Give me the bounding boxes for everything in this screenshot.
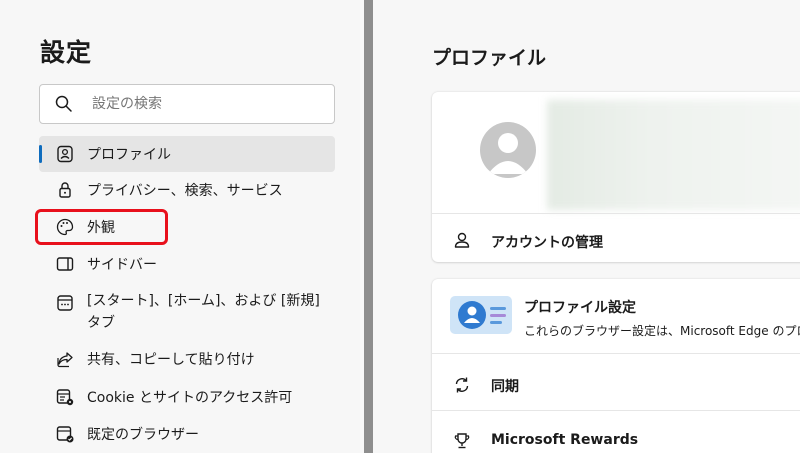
pane-divider[interactable] bbox=[364, 0, 373, 453]
rewards-link[interactable]: Microsoft Rewards bbox=[491, 432, 638, 448]
search-icon bbox=[55, 95, 72, 112]
sidebar-item-label: サイドバー bbox=[87, 257, 157, 273]
profile-icon bbox=[57, 145, 73, 163]
settings-sidebar: 設定 プロファイル プライバシー、検索、サービス bbox=[0, 0, 364, 453]
sidebar-item-label: 共有、コピーして貼り付け bbox=[87, 352, 255, 368]
profile-settings-description: これらのブラウザー設定は、Microsoft Edge のプロ bbox=[524, 324, 800, 338]
divider bbox=[432, 353, 800, 354]
default-browser-icon bbox=[56, 426, 74, 443]
person-icon bbox=[488, 133, 528, 174]
share-icon bbox=[57, 352, 73, 368]
active-indicator bbox=[39, 145, 42, 163]
divider bbox=[432, 213, 800, 214]
sidebar-item-label: 既定のブラウザー bbox=[87, 427, 199, 443]
sidebar-item-default-browser[interactable]: 既定のブラウザー bbox=[39, 416, 335, 452]
sidebar-item-privacy[interactable]: プライバシー、検索、サービス bbox=[39, 172, 335, 208]
person-icon bbox=[454, 232, 470, 248]
sync-link[interactable]: 同期 bbox=[491, 376, 519, 396]
sidebar-icon bbox=[56, 257, 74, 271]
avatar[interactable] bbox=[480, 122, 536, 178]
main-content: プロファイル アカウントの管理 プロファイル設定 これらのブラウザー設定は、Mi… bbox=[373, 0, 800, 453]
new-tab-icon bbox=[57, 295, 73, 311]
sidebar-item-share[interactable]: 共有、コピーして貼り付け bbox=[39, 341, 335, 377]
profile-card: アカウントの管理 bbox=[432, 92, 800, 262]
site-permissions-icon bbox=[56, 389, 74, 406]
sidebar-item-new-tab[interactable]: [スタート]、[ホーム]、および [新規] タブ bbox=[39, 284, 335, 336]
settings-title: 設定 bbox=[40, 38, 93, 67]
sync-icon bbox=[455, 377, 469, 393]
sidebar-item-sidebar[interactable]: サイドバー bbox=[39, 246, 335, 282]
search-box[interactable] bbox=[39, 84, 335, 124]
highlight-box bbox=[35, 209, 168, 245]
page-title: プロファイル bbox=[432, 47, 547, 69]
sidebar-item-label: [スタート]、[ホーム]、および [新規] タブ bbox=[87, 293, 320, 331]
search-input[interactable] bbox=[92, 93, 322, 115]
manage-account-link[interactable]: アカウントの管理 bbox=[491, 232, 603, 252]
profile-settings-title[interactable]: プロファイル設定 bbox=[524, 297, 636, 317]
sidebar-item-cookies[interactable]: Cookie とサイトのアクセス許可 bbox=[39, 379, 335, 415]
profile-settings-card: プロファイル設定 これらのブラウザー設定は、Microsoft Edge のプロ… bbox=[432, 279, 800, 453]
trophy-icon bbox=[454, 433, 470, 449]
sidebar-item-profile[interactable]: プロファイル bbox=[39, 136, 335, 172]
divider bbox=[432, 410, 800, 411]
sidebar-item-label: プロファイル bbox=[87, 147, 171, 163]
sidebar-item-label: プライバシー、検索、サービス bbox=[87, 183, 283, 199]
sidebar-item-label: Cookie とサイトのアクセス許可 bbox=[87, 390, 293, 406]
lock-icon bbox=[59, 182, 71, 198]
profile-settings-icon bbox=[450, 296, 512, 334]
blurred-profile-info bbox=[547, 100, 800, 210]
